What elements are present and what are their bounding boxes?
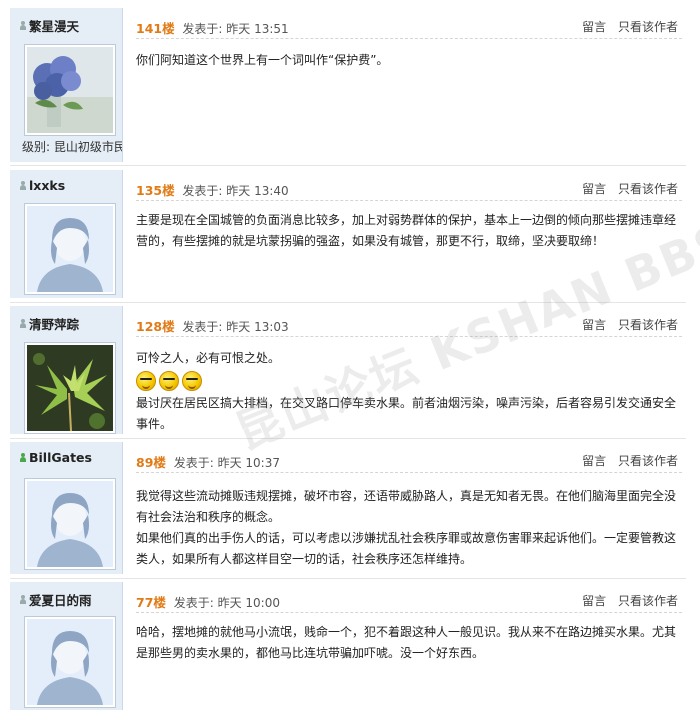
post-text: 我觉得这些流动摊贩违规摆摊，破坏市容，还语带威胁路人，真是无知者无畏。在他们脑海… [136,489,677,524]
reply-link[interactable]: 留言 [582,20,606,34]
only-author-link[interactable]: 只看该作者 [618,454,678,468]
avatar[interactable] [24,342,116,434]
post-divider [10,165,686,166]
post-128: 清野萍踪 128楼 发表于: 昨天 13:03 留言 只看该作者 可怜之人，必有… [0,306,700,434]
post-text: 最讨厌在居民区搞大排档，在交叉路口停车卖水果。前者油烟污染，噪声污染，后者容易引… [136,396,677,431]
post-135: lxxks 135楼 发表于: 昨天 13:40 留言 只看该作者 主要是现在全… [0,170,700,298]
post-content: 可怜之人，必有可恨之处。 最讨厌在居民区搞大排档，在交叉路口停车卖水果。前者油烟… [136,348,681,435]
post-141: 繁星漫天 级别: 昆山初级市民 141楼 发表于: 昨天 13:51 留言 只看… [0,8,700,162]
only-author-link[interactable]: 只看该作者 [618,318,678,332]
post-text: 主要是现在全国城管的负面消息比较多，加上对弱势群体的保护，基本上一边倒的倾向那些… [136,213,677,248]
post-actions: 留言 只看该作者 [574,316,678,333]
author-sidebar: 清野萍踪 [10,306,123,434]
default-avatar [27,481,113,567]
author-name[interactable]: 爱夏日的雨 [20,590,92,609]
author-sidebar: 繁星漫天 级别: 昆山初级市民 [10,8,123,162]
author-sidebar: BillGates [10,442,123,574]
avatar[interactable] [24,478,116,570]
post-time: 发表于: 昨天 13:40 [182,184,289,198]
post-time: 发表于: 昨天 10:37 [173,456,280,470]
hydrangea-photo [27,47,113,133]
author-name-text: 清野萍踪 [29,317,80,332]
avatar[interactable] [24,44,116,136]
user-offline-icon [20,319,26,328]
post-content: 我觉得这些流动摊贩违规摆摊，破坏市容，还语带威胁路人，真是无知者无畏。在他们脑海… [136,486,681,570]
post-77: 爱夏日的雨 77楼 发表于: 昨天 10:00 留言 只看该作者 哈哈，摆地摊的… [0,582,700,710]
user-level: 级别: 昆山初级市民 [22,140,123,154]
post-time: 发表于: 昨天 10:00 [173,596,280,610]
maple-leaves-photo [27,345,113,431]
author-sidebar: 爱夏日的雨 [10,582,123,710]
emoticon-row [136,371,681,391]
avatar[interactable] [24,616,116,708]
post-text: 哈哈，摆地摊的就他马小流氓，贱命一个，犯不着跟这种人一般见识。我从来不在路边摊买… [136,625,677,660]
post-actions: 留言 只看该作者 [574,592,678,609]
floor-number[interactable]: 89楼 [136,455,166,470]
user-online-icon [20,453,26,462]
author-name-text: BillGates [29,450,92,465]
post-header: 128楼 发表于: 昨天 13:03 留言 只看该作者 [136,316,682,337]
post-divider [10,438,686,439]
post-time: 发表于: 昨天 13:51 [182,22,289,36]
avatar[interactable] [24,203,116,295]
default-avatar [27,619,113,705]
post-header: 89楼 发表于: 昨天 10:37 留言 只看该作者 [136,452,682,473]
post-actions: 留言 只看该作者 [574,180,678,197]
default-avatar [27,206,113,292]
post-text: 你们阿知道这个世界上有一个词叫作“保护费”。 [136,53,389,67]
post-content: 主要是现在全国城管的负面消息比较多，加上对弱势群体的保护，基本上一边倒的倾向那些… [136,210,681,252]
post-header: 135楼 发表于: 昨天 13:40 留言 只看该作者 [136,180,682,201]
reply-link[interactable]: 留言 [582,182,606,196]
user-offline-icon [20,21,26,30]
only-author-link[interactable]: 只看该作者 [618,182,678,196]
floor-number[interactable]: 135楼 [136,183,175,198]
author-name-text: lxxks [29,178,66,193]
smile-face-icon [182,371,202,391]
post-actions: 留言 只看该作者 [574,18,678,35]
only-author-link[interactable]: 只看该作者 [618,20,678,34]
post-text: 如果他们真的出手伤人的话，可以考虑以涉嫌扰乱社会秩序罪或故意伤害罪来起诉他们。一… [136,531,677,566]
post-time: 发表于: 昨天 13:03 [182,320,289,334]
post-divider [10,578,686,579]
author-name-text: 繁星漫天 [29,19,80,34]
post-header: 77楼 发表于: 昨天 10:00 留言 只看该作者 [136,592,682,613]
floor-number[interactable]: 77楼 [136,595,166,610]
author-name-text: 爱夏日的雨 [29,593,92,608]
post-divider [10,302,686,303]
author-name[interactable]: 繁星漫天 [20,16,79,35]
floor-number[interactable]: 141楼 [136,21,175,36]
reply-link[interactable]: 留言 [582,454,606,468]
smile-face-icon [159,371,179,391]
post-actions: 留言 只看该作者 [574,452,678,469]
post-content: 哈哈，摆地摊的就他马小流氓，贱命一个，犯不着跟这种人一般见识。我从来不在路边摊买… [136,622,681,664]
reply-link[interactable]: 留言 [582,318,606,332]
author-sidebar: lxxks [10,170,123,298]
floor-number[interactable]: 128楼 [136,319,175,334]
post-89: BillGates 89楼 发表于: 昨天 10:37 留言 只看该作者 我觉得… [0,442,700,574]
reply-link[interactable]: 留言 [582,594,606,608]
user-offline-icon [20,181,26,190]
only-author-link[interactable]: 只看该作者 [618,594,678,608]
post-text: 可怜之人，必有可恨之处。 [136,351,281,365]
smile-face-icon [136,371,156,391]
post-header: 141楼 发表于: 昨天 13:51 留言 只看该作者 [136,18,682,39]
author-name[interactable]: lxxks [20,178,65,193]
user-offline-icon [20,595,26,604]
post-content: 你们阿知道这个世界上有一个词叫作“保护费”。 [136,50,681,71]
author-name[interactable]: 清野萍踪 [20,314,79,333]
author-name[interactable]: BillGates [20,450,92,465]
